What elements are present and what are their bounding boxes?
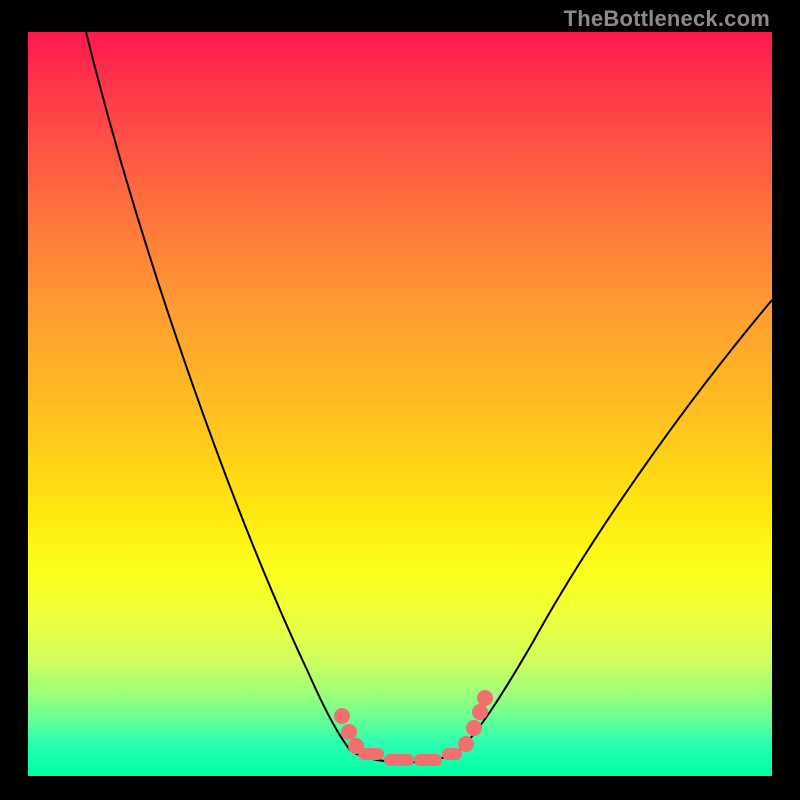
marker-dot [466,720,482,736]
marker-segment [358,748,384,760]
marker-dot [458,736,474,752]
marker-segment [442,748,462,760]
marker-segment [414,754,442,766]
marker-dot [477,690,493,706]
bottleneck-curve [28,32,772,776]
attribution-text: TheBottleneck.com [564,6,770,32]
chart-plot-area [28,32,772,776]
marker-dot [334,708,350,724]
curve-right-branch [458,300,772,752]
marker-segment [384,754,414,766]
curve-left-branch [86,32,350,750]
marker-dot [472,704,488,720]
